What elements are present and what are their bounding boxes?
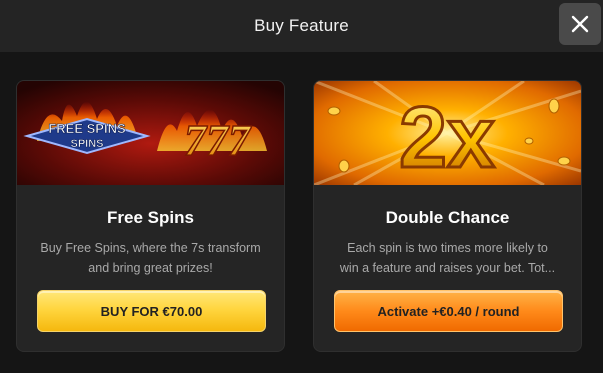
activate-double-chance-button[interactable]: Activate +€0.40 / round: [334, 290, 563, 332]
close-button[interactable]: [559, 3, 601, 45]
2x-logo: 2x: [399, 90, 495, 185]
card-description-line: Buy Free Spins, where the 7s transform: [40, 241, 261, 255]
svg-text:FREE SPINS: FREE SPINS: [48, 121, 126, 136]
feature-card-double-chance: 2x Double Chance Each spin is two times …: [313, 80, 582, 352]
card-description: Buy Free Spins, where the 7s transform a…: [35, 238, 266, 278]
dialog-title: Buy Feature: [254, 16, 349, 35]
feature-card-free-spins: FREE SPINS SPINS 777 Free Spins Buy Free…: [16, 80, 285, 352]
card-title: Double Chance: [385, 208, 510, 227]
free-spins-banner: FREE SPINS SPINS 777: [17, 81, 284, 185]
card-title: Free Spins: [107, 208, 194, 227]
close-icon: [571, 15, 589, 33]
dialog-header: Buy Feature: [0, 0, 603, 52]
double-chance-banner: 2x: [314, 81, 581, 185]
buy-free-spins-button[interactable]: BUY FOR €70.00: [37, 290, 266, 332]
card-description-line: and bring great prizes!: [88, 261, 213, 275]
card-description-line: win a feature and raises your bet. Tot..…: [339, 261, 556, 275]
card-description: Each spin is two times more likely to wi…: [332, 238, 563, 278]
sevens-logo: 777: [184, 116, 252, 165]
card-description-line: Each spin is two times more likely to: [347, 241, 548, 255]
svg-text:SPINS: SPINS: [70, 138, 103, 150]
